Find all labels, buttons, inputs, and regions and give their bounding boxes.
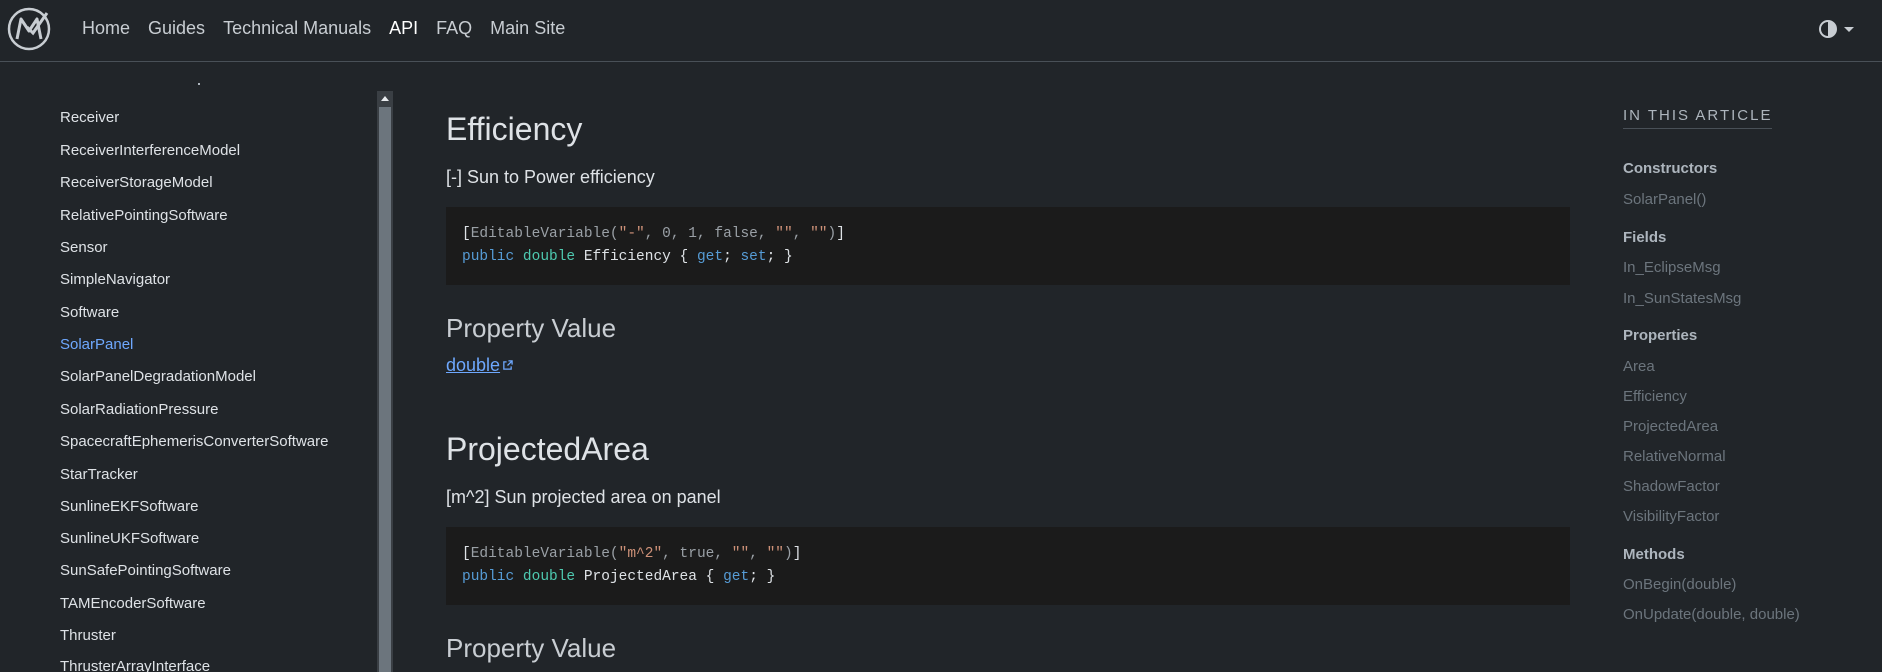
toc-item-thruster-array-interface[interactable]: ThrusterArrayInterface — [60, 658, 210, 672]
toc-item-sun-safe-pointing-software[interactable]: SunSafePointingSoftware — [60, 562, 231, 579]
toc-item-receiver[interactable]: Receiver — [60, 109, 119, 126]
affix-item-solar-panel-ctor[interactable]: SolarPanel() — [1623, 191, 1706, 208]
code-block-efficiency: [EditableVariable("-", 0, 1, false, "", … — [446, 207, 1570, 285]
toc-item-solar-radiation-pressure[interactable]: SolarRadiationPressure — [60, 401, 218, 418]
member-summary-projected-area: [m^2] Sun projected area on panel — [446, 487, 721, 507]
toc-item-sensor[interactable]: Sensor — [60, 239, 108, 256]
affix-item-projected-area[interactable]: ProjectedArea — [1623, 418, 1718, 435]
affix-item-in-eclipse-msg[interactable]: In_EclipseMsg — [1623, 259, 1721, 276]
affix-heading-methods[interactable]: Methods — [1623, 546, 1685, 563]
type-link-label: double — [446, 355, 501, 375]
nav-api[interactable]: API — [389, 18, 418, 39]
property-value-heading-projected-area: Property Value — [446, 633, 617, 663]
toc-item-star-tracker[interactable]: StarTracker — [60, 466, 138, 483]
external-link-icon — [503, 360, 513, 370]
toc-item-receiver-interference-model[interactable]: ReceiverInterferenceModel — [60, 142, 240, 159]
nav-home[interactable]: Home — [82, 18, 130, 39]
theme-toggle-button[interactable] — [1818, 19, 1854, 39]
affix-item-on-update[interactable]: OnUpdate(double, double) — [1623, 606, 1800, 623]
toc-item-solar-panel-degradation-model[interactable]: SolarPanelDegradationModel — [60, 368, 256, 385]
affix-item-in-sun-states-msg[interactable]: In_SunStatesMsg — [1623, 290, 1741, 307]
toc-item-software[interactable]: Software — [60, 304, 119, 321]
sidebar-scrollbar[interactable] — [377, 91, 393, 672]
member-title-efficiency: Efficiency — [446, 111, 583, 147]
affix-item-shadow-factor[interactable]: ShadowFactor — [1623, 478, 1720, 495]
article-content: Efficiency [-] Sun to Power efficiency [… — [446, 63, 1572, 672]
affix-item-on-begin[interactable]: OnBegin(double) — [1623, 576, 1736, 593]
member-title-projected-area: ProjectedArea — [446, 431, 649, 467]
code-block-projected-area: [EditableVariable("m^2", true, "", "")] … — [446, 527, 1570, 605]
toc-item-sunline-ukf-software[interactable]: SunlineUKFSoftware — [60, 530, 199, 547]
scrollbar-thumb[interactable] — [379, 107, 391, 672]
toc-item-receiver-storage-model[interactable]: ReceiverStorageModel — [60, 174, 213, 191]
member-summary-efficiency: [-] Sun to Power efficiency — [446, 167, 655, 187]
nav-main-site[interactable]: Main Site — [490, 18, 565, 39]
toc-item-thruster[interactable]: Thruster — [60, 627, 116, 644]
in-this-article-title: IN THIS ARTICLE — [1623, 107, 1773, 129]
main-nav: Home Guides Technical Manuals API FAQ Ma… — [82, 18, 583, 39]
type-link-double[interactable]: double — [446, 355, 513, 376]
affix-item-efficiency[interactable]: Efficiency — [1623, 388, 1687, 405]
affix-heading-fields[interactable]: Fields — [1623, 229, 1666, 246]
affix-item-area[interactable]: Area — [1623, 358, 1655, 375]
toc-item-spacecraft-ephemeris-converter-software[interactable]: SpacecraftEphemerisConverterSoftware — [60, 433, 328, 450]
property-value-heading-efficiency: Property Value — [446, 313, 617, 343]
affix-heading-properties[interactable]: Properties — [1623, 327, 1697, 344]
api-toc-sidebar: Receiver ReceiverInterferenceModel Recei… — [0, 63, 395, 672]
scroll-up-arrow-icon[interactable] — [377, 91, 393, 105]
top-navbar: Home Guides Technical Manuals API FAQ Ma… — [0, 0, 1882, 62]
scrolled-item-fragment — [198, 83, 200, 85]
toc-item-solar-panel[interactable]: SolarPanel — [60, 336, 133, 353]
nav-technical-manuals[interactable]: Technical Manuals — [223, 18, 371, 39]
chevron-down-icon — [1844, 26, 1854, 32]
in-this-article-nav: IN THIS ARTICLE Constructors SolarPanel(… — [1623, 107, 1863, 623]
toc-item-simple-navigator[interactable]: SimpleNavigator — [60, 271, 170, 288]
affix-heading-constructors[interactable]: Constructors — [1623, 160, 1717, 177]
nav-faq[interactable]: FAQ — [436, 18, 472, 39]
affix-item-visibility-factor[interactable]: VisibilityFactor — [1623, 508, 1719, 525]
nav-guides[interactable]: Guides — [148, 18, 205, 39]
affix-item-relative-normal[interactable]: RelativeNormal — [1623, 448, 1726, 465]
toc-item-tam-encoder-software[interactable]: TAMEncoderSoftware — [60, 595, 206, 612]
site-logo-icon[interactable] — [7, 7, 51, 51]
toc-item-sunline-ekf-software[interactable]: SunlineEKFSoftware — [60, 498, 198, 515]
contrast-half-circle-icon — [1819, 20, 1837, 38]
toc-item-relative-pointing-software[interactable]: RelativePointingSoftware — [60, 207, 228, 224]
